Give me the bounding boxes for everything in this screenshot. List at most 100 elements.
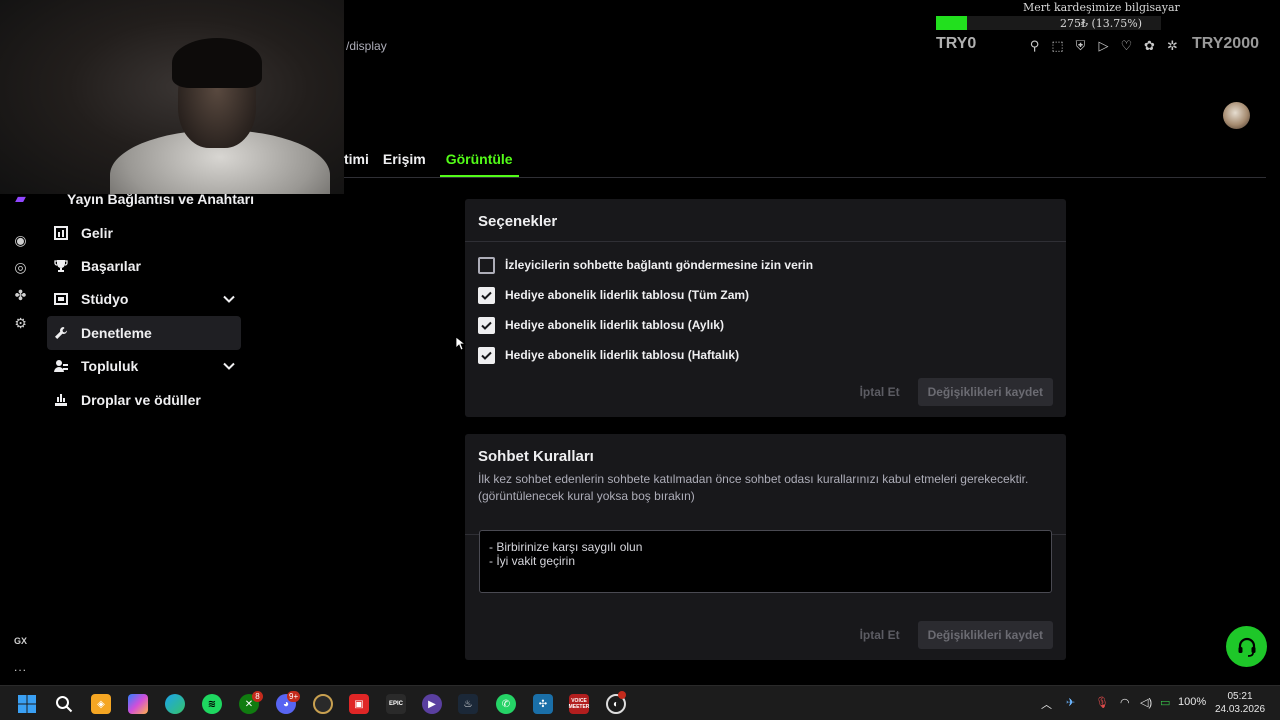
shield-icon[interactable]: ⛨ xyxy=(1073,38,1088,54)
extension-icon[interactable]: ✿ xyxy=(1142,38,1157,54)
gift-leaderboard-weekly-checkbox[interactable] xyxy=(478,346,495,364)
donation-goal-title: Mert kardeşimize bilgisayar xyxy=(1023,1,1180,14)
nav-item-community[interactable]: Topluluk xyxy=(47,350,241,383)
settings-tabs: timi Erişim Görüntüle xyxy=(344,140,1266,178)
community-icon xyxy=(53,358,69,374)
epic-games-icon[interactable]: EPIC xyxy=(386,694,406,714)
streamlabs-icon[interactable]: ▣ xyxy=(349,694,369,714)
gift-leaderboard-monthly-checkbox[interactable] xyxy=(478,316,495,334)
donation-goal-overlay: Mert kardeşimize bilgisayar 275₺ (13.75%… xyxy=(930,0,1280,60)
tab-display[interactable]: Görüntüle xyxy=(439,140,519,177)
more-options-icon[interactable]: ... xyxy=(14,660,27,674)
settings-icon[interactable]: ✲ xyxy=(1165,38,1180,54)
save-button[interactable]: Değişiklikleri kaydet xyxy=(917,378,1053,406)
checkmark-icon xyxy=(481,351,492,360)
microphone-icon[interactable]: 🎙 xyxy=(1095,696,1109,709)
cancel-button[interactable]: İptal Et xyxy=(852,385,908,399)
checkmark-icon xyxy=(481,291,492,300)
obs-recording-dot xyxy=(618,691,626,699)
donation-min-label: TRY0 xyxy=(936,35,977,52)
play-icon[interactable]: ▷ xyxy=(1096,38,1111,54)
wifi-icon[interactable]: ◠ xyxy=(1120,696,1130,709)
nav-item-label: Stüdyo xyxy=(81,291,129,308)
nav-item-drops[interactable]: Droplar ve ödüller xyxy=(47,383,241,416)
url-fragment: /display xyxy=(346,39,387,53)
clock-date: 24.03.2026 xyxy=(1214,704,1266,715)
xbox-notification-badge: 8 xyxy=(252,691,263,702)
chat-rules-title: Sohbet Kuralları xyxy=(478,448,594,465)
volume-icon[interactable]: ◁) xyxy=(1140,696,1152,709)
extensions-icon[interactable]: ✤ xyxy=(12,287,29,304)
crop-icon[interactable]: ⬚ xyxy=(1050,38,1065,54)
media-player-icon[interactable]: ▶ xyxy=(422,694,442,714)
tab-access[interactable]: Erişim xyxy=(383,140,432,177)
trophy-icon xyxy=(53,258,69,274)
cancel-button[interactable]: İptal Et xyxy=(852,628,908,642)
system-clock[interactable]: 05:21 24.03.2026 xyxy=(1210,690,1270,716)
webcam-overlay xyxy=(0,0,344,194)
option-label: Hediye abonelik liderlik tablosu (Tüm Za… xyxy=(505,288,750,302)
chevron-down-icon[interactable] xyxy=(223,360,235,372)
nav-item-moderation[interactable]: Denetleme xyxy=(47,316,241,350)
steam-tray-icon[interactable]: ✈ xyxy=(1066,696,1075,709)
network-app-icon[interactable]: ✣ xyxy=(533,694,553,714)
spotify-icon[interactable]: ◉ xyxy=(12,232,29,249)
windows-taskbar: ◈ ≋ ✕ 8 ◕ 9+ ▣ EPIC ▶ ♨ ✆ ✣ VOICE MEETER… xyxy=(0,685,1280,720)
drops-icon xyxy=(53,392,69,408)
edge-icon[interactable] xyxy=(165,694,185,714)
speed-dial-icon[interactable]: ◎ xyxy=(12,259,29,276)
allow-links-checkbox[interactable] xyxy=(478,256,495,274)
option-label: Hediye abonelik liderlik tablosu (Aylık) xyxy=(505,318,724,332)
battery-percent: 100% xyxy=(1178,696,1207,708)
spotify-icon[interactable]: ≋ xyxy=(202,694,222,714)
brave-icon[interactable]: ◈ xyxy=(91,694,111,714)
heart-icon[interactable]: ♡ xyxy=(1119,38,1134,54)
discord-notification-badge: 9+ xyxy=(287,691,301,702)
studio-icon xyxy=(53,291,69,307)
nav-item-studio[interactable]: Stüdyo xyxy=(47,283,241,316)
windows-start-icon[interactable] xyxy=(17,694,37,714)
chat-rules-textarea[interactable]: - Birbirinize karşı saygılı olun - İyi v… xyxy=(479,530,1052,593)
nav-item-label: Droplar ve ödüller xyxy=(81,391,201,408)
tray-overflow-icon[interactable]: ︿ xyxy=(1041,696,1052,712)
options-list: İzleyicilerin sohbette bağlantı gönderme… xyxy=(465,242,1066,370)
steam-icon[interactable]: ♨ xyxy=(458,694,478,714)
nav-item-label: Gelir xyxy=(81,224,113,241)
nav-item-achievements[interactable]: Başarılar xyxy=(47,249,241,282)
option-gift-leaderboard-weekly[interactable]: Hediye abonelik liderlik tablosu (Haftal… xyxy=(465,340,1066,370)
option-allow-links[interactable]: İzleyicilerin sohbette bağlantı gönderme… xyxy=(465,250,1066,280)
nav-item-label: Topluluk xyxy=(81,358,139,375)
voicemeeter-icon[interactable]: VOICE MEETER xyxy=(569,694,589,714)
checkmark-icon xyxy=(481,321,492,330)
gx-label[interactable]: GX xyxy=(14,636,27,646)
tab-stream-settings[interactable]: timi xyxy=(344,140,375,177)
donation-max-label: TRY2000 xyxy=(1192,35,1259,52)
rules-actions: İptal Et Değişiklikleri kaydet xyxy=(852,621,1053,649)
search-icon[interactable] xyxy=(54,694,74,714)
settings-gear-icon[interactable]: ⚙ xyxy=(12,315,29,332)
option-label: İzleyicilerin sohbette bağlantı gönderme… xyxy=(505,258,814,272)
user-avatar[interactable] xyxy=(1223,102,1250,129)
battery-icon[interactable]: ▭ xyxy=(1160,696,1170,709)
whatsapp-icon[interactable]: ✆ xyxy=(496,694,516,714)
donation-amount: 275₺ (13.75%) xyxy=(1060,17,1143,30)
webcam-person-hair xyxy=(172,38,262,88)
opera-gx-icon[interactable] xyxy=(313,694,333,714)
save-button[interactable]: Değişiklikleri kaydet xyxy=(917,621,1053,649)
copilot-icon[interactable] xyxy=(128,694,148,714)
pin-icon[interactable]: ⚲ xyxy=(1027,38,1042,54)
nav-item-revenue[interactable]: Gelir xyxy=(47,216,241,249)
clock-time: 05:21 xyxy=(1227,691,1253,702)
options-card-title: Seçenekler xyxy=(465,199,1066,242)
options-actions: İptal Et Değişiklikleri kaydet xyxy=(852,378,1053,406)
option-gift-leaderboard-monthly[interactable]: Hediye abonelik liderlik tablosu (Aylık) xyxy=(465,310,1066,340)
option-label: Hediye abonelik liderlik tablosu (Haftal… xyxy=(505,348,740,362)
option-gift-leaderboard-alltime[interactable]: Hediye abonelik liderlik tablosu (Tüm Za… xyxy=(465,280,1066,310)
support-headset-button[interactable] xyxy=(1226,626,1267,667)
mouse-cursor-icon xyxy=(456,337,466,351)
chevron-down-icon[interactable] xyxy=(223,293,235,305)
gift-leaderboard-alltime-checkbox[interactable] xyxy=(478,286,495,304)
options-card: Seçenekler İzleyicilerin sohbette bağlan… xyxy=(465,199,1066,417)
headset-icon xyxy=(1238,637,1255,657)
wrench-icon xyxy=(53,325,69,341)
